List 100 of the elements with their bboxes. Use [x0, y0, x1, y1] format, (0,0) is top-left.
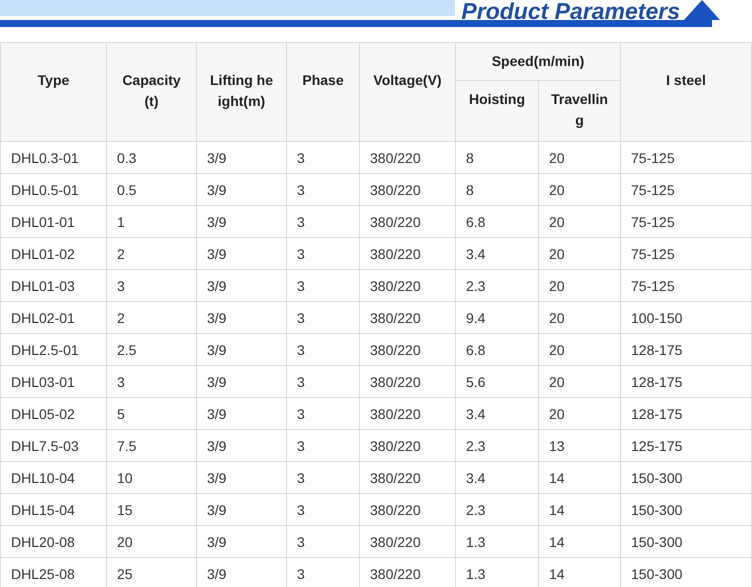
table-cell: 2.3: [456, 430, 538, 462]
table-cell: 6.8: [456, 334, 538, 366]
table-cell: 5: [106, 398, 196, 430]
table-cell: 15: [106, 494, 196, 526]
table-cell: 380/220: [360, 462, 456, 494]
table-cell: 20: [538, 302, 621, 334]
table-cell: 3/9: [196, 238, 286, 270]
table-cell: 5.6: [456, 366, 538, 398]
table-cell: 75-125: [620, 174, 752, 206]
table-cell: DHL0.5-01: [0, 174, 106, 206]
table-cell: 2: [106, 302, 196, 334]
table-cell: 3/9: [196, 366, 286, 398]
table-cell: 380/220: [360, 430, 456, 462]
table-cell: 75-125: [620, 206, 752, 238]
table-cell: 10: [106, 462, 196, 494]
column-header: I steel: [620, 42, 752, 142]
table-cell: 3/9: [196, 206, 286, 238]
table-cell: 3/9: [196, 142, 286, 174]
table-cell: 3: [286, 398, 360, 430]
table-cell: 3/9: [196, 430, 286, 462]
table-cell: 380/220: [360, 174, 456, 206]
table-cell: 75-125: [620, 238, 752, 270]
banner-title: Product Parameters: [461, 0, 680, 20]
table-cell: 20: [538, 206, 621, 238]
table-cell: 0.3: [106, 142, 196, 174]
table-cell: 3: [286, 366, 360, 398]
table-cell: 20: [538, 174, 621, 206]
table-cell: 3/9: [196, 526, 286, 558]
table-cell: 380/220: [360, 238, 456, 270]
table-cell: 2: [106, 238, 196, 270]
table-cell: 3/9: [196, 494, 286, 526]
table-cell: DHL20-08: [0, 526, 106, 558]
table-cell: 3: [106, 270, 196, 302]
table-cell: 20: [538, 270, 621, 302]
table-cell: 14: [538, 462, 621, 494]
table-cell: 380/220: [360, 526, 456, 558]
table-cell: 1: [106, 206, 196, 238]
table-cell: DHL2.5-01: [0, 334, 106, 366]
table-cell: 20: [538, 334, 621, 366]
table-cell: 3/9: [196, 398, 286, 430]
table-cell: 3.4: [456, 238, 538, 270]
table-cell: DHL05-02: [0, 398, 106, 430]
table-cell: 9.4: [456, 302, 538, 334]
table-cell: 8: [456, 142, 538, 174]
table-cell: 6.8: [456, 206, 538, 238]
table-cell: 150-300: [620, 526, 752, 558]
table-cell: 380/220: [360, 302, 456, 334]
table-cell: 125-175: [620, 430, 752, 462]
table-cell: 128-175: [620, 334, 752, 366]
table-cell: 20: [538, 238, 621, 270]
table-cell: DHL03-01: [0, 366, 106, 398]
table-cell: 14: [538, 494, 621, 526]
table-cell: 3/9: [196, 302, 286, 334]
table-cell: 3: [286, 526, 360, 558]
table-cell: 20: [538, 366, 621, 398]
table-cell: 2.5: [106, 334, 196, 366]
table-cell: 3: [286, 238, 360, 270]
table-cell: 3: [286, 174, 360, 206]
table-cell: 3: [286, 462, 360, 494]
table-cell: 3: [286, 302, 360, 334]
table-cell: 14: [538, 526, 621, 558]
column-header: Capacity(t): [106, 42, 196, 142]
table-cell: 128-175: [620, 398, 752, 430]
table-cell: 2.3: [456, 494, 538, 526]
table-cell: 380/220: [360, 334, 456, 366]
table-cell: 380/220: [360, 398, 456, 430]
table-cell: 13: [538, 430, 621, 462]
table-cell: 3: [286, 270, 360, 302]
table-cell: 3: [286, 334, 360, 366]
table-cell: 2.3: [456, 270, 538, 302]
table-cell: 0.5: [106, 174, 196, 206]
table-cell: DHL0.3-01: [0, 142, 106, 174]
table-cell: 3/9: [196, 174, 286, 206]
table-cell: DHL02-01: [0, 302, 106, 334]
table-cell: 128-175: [620, 366, 752, 398]
table-cell: 3: [286, 142, 360, 174]
column-header: Lifting height(m): [196, 42, 286, 142]
table-cell: 75-125: [620, 270, 752, 302]
table-cell: DHL7.5-03: [0, 430, 106, 462]
table-cell: 3: [106, 366, 196, 398]
table-cell: 380/220: [360, 366, 456, 398]
column-header: Voltage(V): [360, 42, 456, 142]
table-cell: 3/9: [196, 334, 286, 366]
column-header: Travelling: [538, 80, 621, 142]
table-cell: 100-150: [620, 302, 752, 334]
table-cell: DHL10-04: [0, 462, 106, 494]
column-group-header: Speed(m/min): [456, 42, 621, 80]
table-cell: 380/220: [360, 142, 456, 174]
table-cell: 150-300: [620, 494, 752, 526]
table-cell: 380/220: [360, 206, 456, 238]
table-cell: DHL25-08: [0, 558, 106, 587]
table-cell: 3: [286, 206, 360, 238]
table-cell: 20: [538, 142, 621, 174]
table-cell: 3: [286, 430, 360, 462]
column-header: Type: [0, 42, 106, 142]
table-cell: 3.4: [456, 462, 538, 494]
triangle-icon: [684, 0, 720, 20]
table-cell: DHL01-02: [0, 238, 106, 270]
table-cell: 20: [106, 526, 196, 558]
table-cell: 3/9: [196, 270, 286, 302]
